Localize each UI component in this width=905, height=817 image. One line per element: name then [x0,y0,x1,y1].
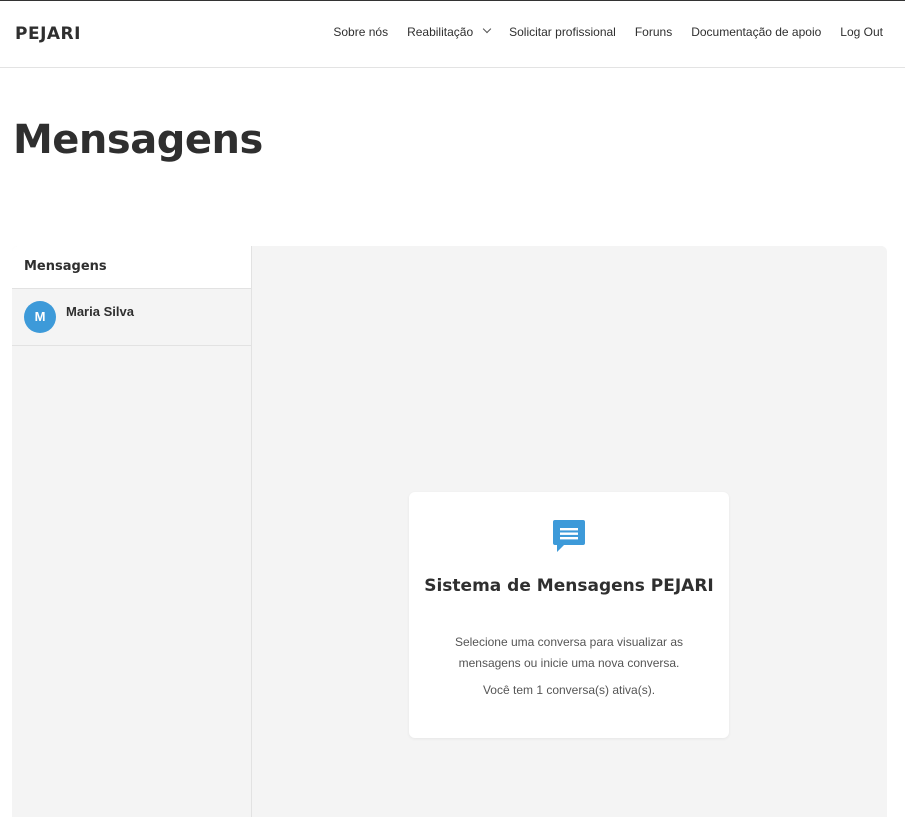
page-title: Mensagens [13,117,263,163]
nav-sobre-nos[interactable]: Sobre nós [333,25,388,39]
nav-reabilitacao[interactable]: Reabilitação [407,24,492,39]
nav-solicitar-profissional[interactable]: Solicitar profissional [509,25,616,39]
site-header: PEJARI Sobre nós Reabilitação Solicitar … [0,1,905,68]
conversation-item[interactable]: M Maria Silva [12,289,251,346]
main-nav: Sobre nós Reabilitação Solicitar profiss… [333,24,883,39]
conversation-name: Maria Silva [66,304,134,319]
sidebar-title: Mensagens [12,246,251,289]
chat-bubble-icon [553,520,585,552]
empty-state-title: Sistema de Mensagens PEJARI [424,576,714,596]
empty-state-description: Selecione uma conversa para visualizar a… [454,635,684,670]
active-conversations-count: Você tem 1 conversa(s) ativa(s). [482,683,656,697]
avatar: M [24,301,56,333]
empty-state-card: Sistema de Mensagens PEJARI Selecione um… [409,492,729,738]
nav-reabilitacao-label: Reabilitação [407,25,474,39]
nav-log-out[interactable]: Log Out [840,25,883,39]
nav-documentacao-de-apoio[interactable]: Documentação de apoio [691,25,821,39]
conversations-sidebar: Mensagens M Maria Silva [12,246,252,817]
messages-panel: Mensagens M Maria Silva Sistema de Mensa… [12,246,887,817]
chevron-down-icon [482,24,492,34]
nav-foruns[interactable]: Foruns [635,25,672,39]
brand-logo[interactable]: PEJARI [15,24,81,44]
conversation-view: Sistema de Mensagens PEJARI Selecione um… [252,246,887,817]
